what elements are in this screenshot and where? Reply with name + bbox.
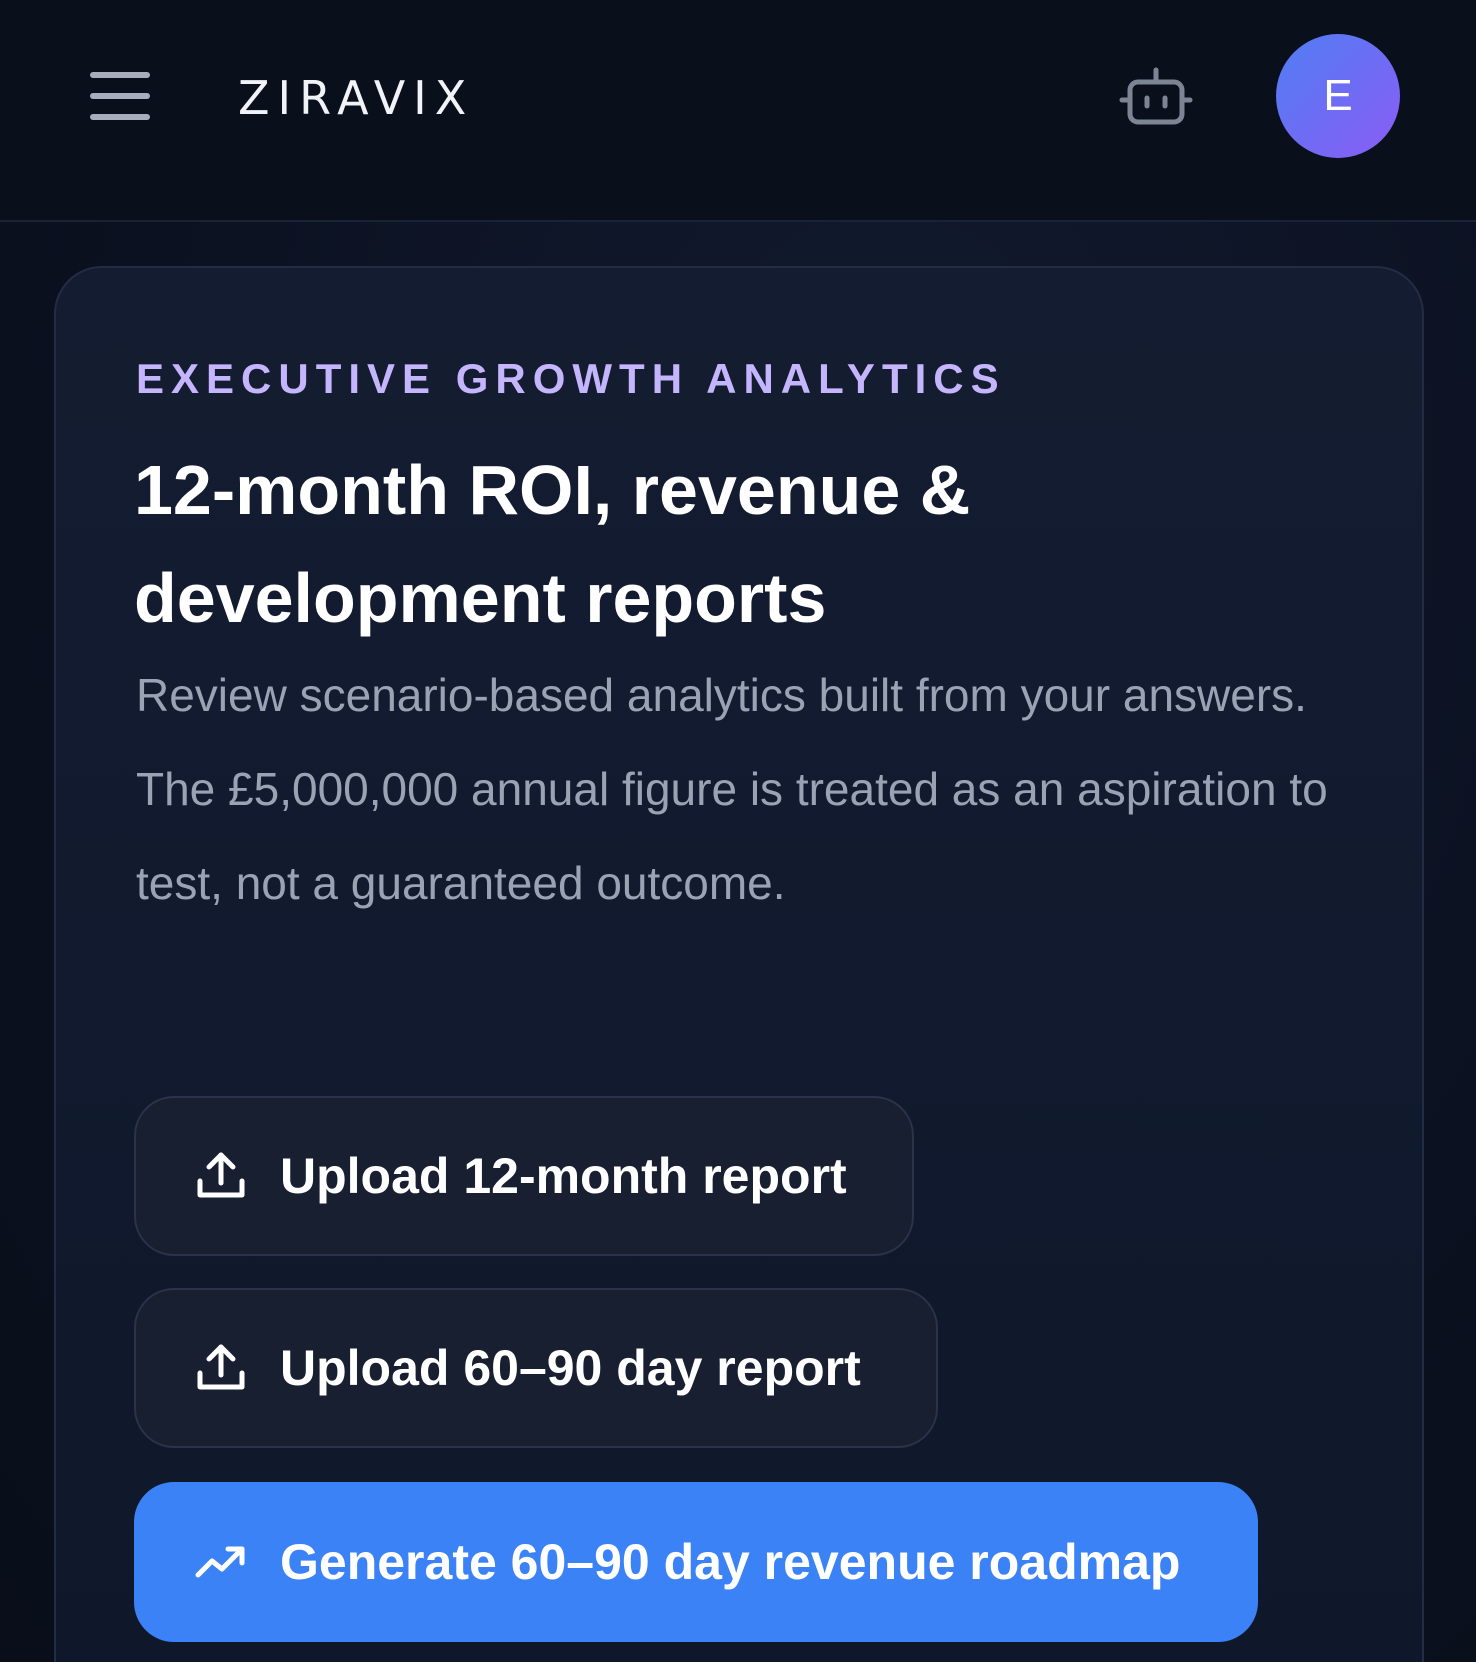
brand-logo-text: ZIRAVIX bbox=[238, 71, 475, 125]
menu-line bbox=[90, 93, 150, 99]
menu-line bbox=[90, 72, 150, 78]
page-title: 12-month ROI, revenue & development repo… bbox=[134, 436, 1334, 652]
page-description: Review scenario-based analytics built fr… bbox=[136, 669, 1328, 909]
robot-icon[interactable] bbox=[1118, 62, 1194, 138]
title-line-2: development reports bbox=[134, 559, 827, 637]
app-page: ZIRAVIX E EXECUTIVE GROWTH ANALYTICS 12-… bbox=[0, 0, 1476, 1662]
upload-icon bbox=[197, 1152, 245, 1198]
generate-roadmap-label: Generate 60–90 day revenue roadmap bbox=[280, 1534, 1181, 1590]
upload-60-90-day-report-button[interactable]: Upload 60–90 day report bbox=[134, 1288, 938, 1448]
growth-analytics-card: EXECUTIVE GROWTH ANALYTICS 12-month ROI,… bbox=[54, 266, 1424, 1662]
hamburger-menu-icon[interactable] bbox=[86, 64, 154, 128]
menu-line bbox=[90, 114, 150, 120]
trending-up-icon bbox=[195, 1546, 245, 1578]
title-line-1: 12-month ROI, revenue & bbox=[134, 451, 971, 529]
section-eyebrow: EXECUTIVE GROWTH ANALYTICS bbox=[136, 355, 1006, 402]
user-avatar[interactable]: E bbox=[1276, 34, 1400, 158]
upload-icon bbox=[197, 1344, 245, 1390]
upload-12-month-report-button[interactable]: Upload 12-month report bbox=[134, 1096, 914, 1256]
upload-12-month-label: Upload 12-month report bbox=[280, 1148, 847, 1204]
top-bar: ZIRAVIX E bbox=[0, 0, 1476, 222]
generate-roadmap-button[interactable]: Generate 60–90 day revenue roadmap bbox=[134, 1482, 1258, 1642]
upload-60-90-day-label: Upload 60–90 day report bbox=[280, 1340, 861, 1396]
